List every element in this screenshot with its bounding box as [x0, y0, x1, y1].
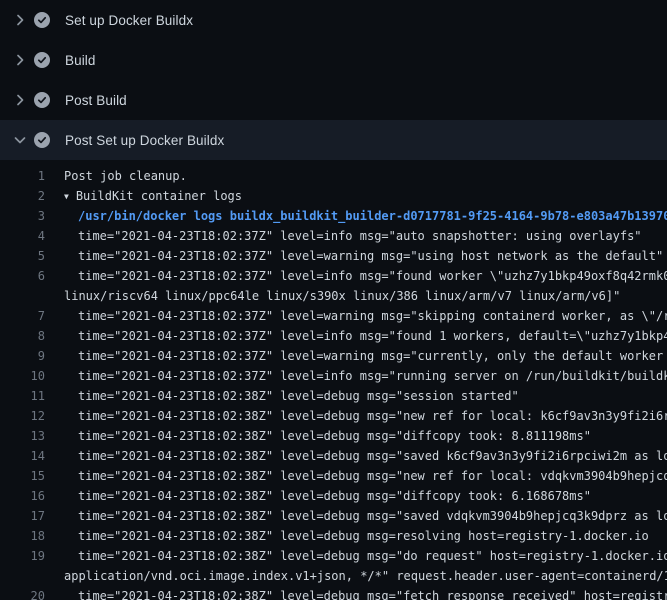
line-number[interactable]: 2 [0, 186, 45, 206]
log-text: time="2021-04-23T18:02:37Z" level=info m… [78, 326, 667, 346]
line-number[interactable]: 20 [0, 586, 45, 600]
log-line: 9 time="2021-04-23T18:02:37Z" level=warni… [0, 346, 667, 366]
log-text: time="2021-04-23T18:02:37Z" level=info m… [78, 226, 642, 246]
log-text: application/vnd.oci.image.index.v1+json,… [64, 566, 667, 586]
line-number[interactable]: 6 [0, 266, 45, 286]
line-number[interactable]: 10 [0, 366, 45, 386]
log-text: time="2021-04-23T18:02:38Z" level=debug … [78, 526, 649, 546]
line-number[interactable]: 13 [0, 426, 45, 446]
step-title: Post Set up Docker Buildx [65, 133, 224, 148]
log-text: linux/riscv64 linux/ppc64le linux/s390x … [64, 286, 620, 306]
line-number[interactable]: 17 [0, 506, 45, 526]
log-text: time="2021-04-23T18:02:38Z" level=debug … [78, 406, 667, 426]
check-circle-icon [34, 12, 50, 28]
log-text: time="2021-04-23T18:02:38Z" level=debug … [78, 506, 667, 526]
log-line: 17 time="2021-04-23T18:02:38Z" level=debu… [0, 506, 667, 526]
log-line: linux/riscv64 linux/ppc64le linux/s390x … [0, 286, 667, 306]
log-text: time="2021-04-23T18:02:37Z" level=info m… [78, 366, 667, 386]
log-line: 12 time="2021-04-23T18:02:38Z" level=debu… [0, 406, 667, 426]
log-text: time="2021-04-23T18:02:38Z" level=debug … [78, 446, 667, 466]
log-line: 20 time="2021-04-23T18:02:38Z" level=debu… [0, 586, 667, 600]
chevron-right-icon [12, 52, 28, 68]
log-text: time="2021-04-23T18:02:38Z" level=debug … [78, 426, 591, 446]
line-number [0, 566, 45, 586]
log-line: 16 time="2021-04-23T18:02:38Z" level=debu… [0, 486, 667, 506]
log-text: time="2021-04-23T18:02:38Z" level=debug … [78, 586, 667, 600]
log-text: Post job cleanup. [64, 166, 187, 186]
line-number[interactable]: 14 [0, 446, 45, 466]
log-line: 11 time="2021-04-23T18:02:38Z" level=debu… [0, 386, 667, 406]
log-group-header[interactable]: ▼BuildKit container logs [64, 186, 242, 206]
log-text: time="2021-04-23T18:02:38Z" level=debug … [78, 466, 667, 486]
line-number[interactable]: 5 [0, 246, 45, 266]
line-number[interactable]: 8 [0, 326, 45, 346]
step-row-set-up-docker-buildx[interactable]: Set up Docker Buildx [0, 0, 667, 40]
step-row-post-set-up-docker-buildx[interactable]: Post Set up Docker Buildx [0, 120, 667, 160]
check-circle-icon [34, 52, 50, 68]
line-number[interactable]: 15 [0, 466, 45, 486]
line-number[interactable]: 7 [0, 306, 45, 326]
log-viewer: 1 Post job cleanup. 2 ▼BuildKit container l… [0, 160, 667, 600]
log-line: 19 time="2021-04-23T18:02:38Z" level=debu… [0, 546, 667, 566]
log-text: time="2021-04-23T18:02:37Z" level=warnin… [78, 346, 667, 366]
step-title: Build [65, 53, 96, 68]
log-line: 3/usr/bin/docker logs buildx_buildkit_bu… [0, 206, 667, 226]
line-number[interactable]: 12 [0, 406, 45, 426]
log-text: time="2021-04-23T18:02:38Z" level=debug … [78, 486, 591, 506]
step-row-build[interactable]: Build [0, 40, 667, 80]
log-line: 13 time="2021-04-23T18:02:38Z" level=debu… [0, 426, 667, 446]
check-circle-icon [34, 132, 50, 148]
line-number[interactable]: 11 [0, 386, 45, 406]
line-number[interactable]: 9 [0, 346, 45, 366]
log-line: 2 ▼BuildKit container logs [0, 186, 667, 206]
line-number[interactable]: 16 [0, 486, 45, 506]
log-line: 14 time="2021-04-23T18:02:38Z" level=debu… [0, 446, 667, 466]
log-line: 1 Post job cleanup. [0, 166, 667, 186]
log-command-text: /usr/bin/docker logs buildx_buildkit_bui… [78, 206, 667, 226]
log-line: 10 time="2021-04-23T18:02:37Z" level=info… [0, 366, 667, 386]
log-text: time="2021-04-23T18:02:38Z" level=debug … [78, 386, 519, 406]
log-line: application/vnd.oci.image.index.v1+json,… [0, 566, 667, 586]
step-row-post-build[interactable]: Post Build [0, 80, 667, 120]
line-number[interactable]: 3 [0, 206, 45, 226]
log-line: 8 time="2021-04-23T18:02:37Z" level=info … [0, 326, 667, 346]
check-circle-icon [34, 92, 50, 108]
step-title: Post Build [65, 93, 127, 108]
chevron-down-icon [12, 132, 28, 148]
line-number[interactable]: 4 [0, 226, 45, 246]
step-title: Set up Docker Buildx [65, 13, 193, 28]
line-number[interactable]: 1 [0, 166, 45, 186]
log-text: time="2021-04-23T18:02:37Z" level=info m… [78, 266, 667, 286]
log-line: 18 time="2021-04-23T18:02:38Z" level=debu… [0, 526, 667, 546]
line-number[interactable]: 19 [0, 546, 45, 566]
log-line: 15 time="2021-04-23T18:02:38Z" level=debu… [0, 466, 667, 486]
log-line: 4 time="2021-04-23T18:02:37Z" level=info … [0, 226, 667, 246]
log-line: 7 time="2021-04-23T18:02:37Z" level=warni… [0, 306, 667, 326]
line-number[interactable]: 18 [0, 526, 45, 546]
log-line: 5 time="2021-04-23T18:02:37Z" level=warni… [0, 246, 667, 266]
group-collapse-icon[interactable]: ▼ [64, 187, 69, 207]
log-text: time="2021-04-23T18:02:37Z" level=warnin… [78, 246, 663, 266]
log-text: time="2021-04-23T18:02:37Z" level=warnin… [78, 306, 667, 326]
line-number [0, 286, 45, 306]
chevron-right-icon [12, 92, 28, 108]
steps-list: Set up Docker Buildx Build Post Build Po… [0, 0, 667, 160]
chevron-right-icon [12, 12, 28, 28]
log-text: time="2021-04-23T18:02:38Z" level=debug … [78, 546, 667, 566]
log-line: 6 time="2021-04-23T18:02:37Z" level=info … [0, 266, 667, 286]
